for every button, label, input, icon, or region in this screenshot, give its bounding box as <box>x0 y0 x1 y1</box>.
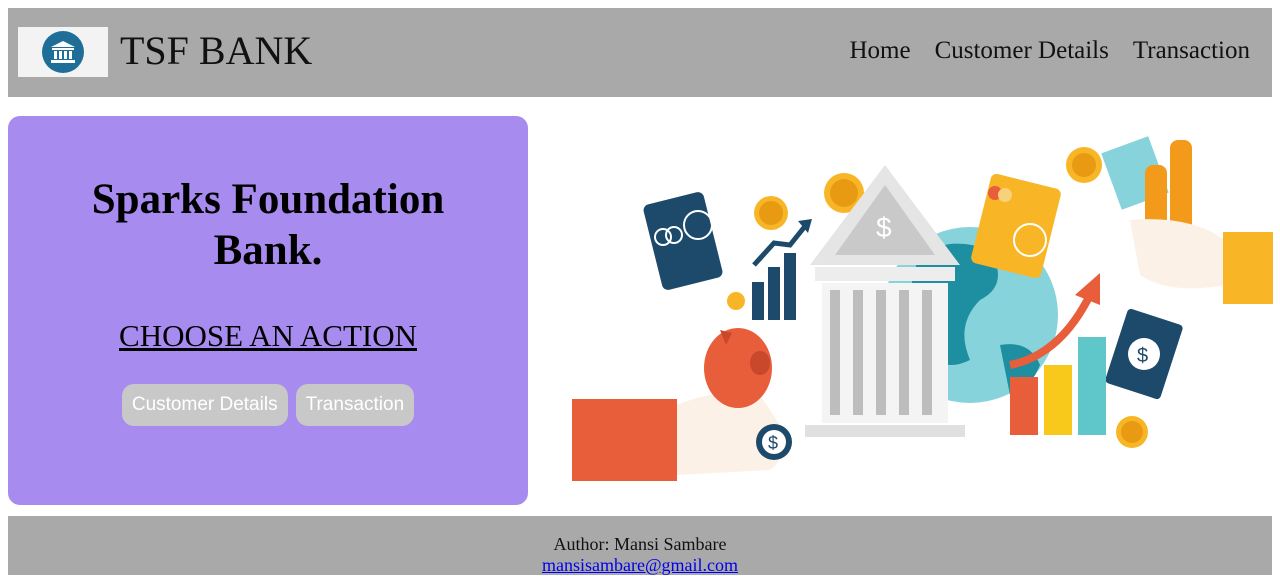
svg-text:$: $ <box>1137 345 1148 367</box>
footer: Author: Mansi Sambare mansisambare@gmail… <box>8 516 1272 575</box>
hero-card: Sparks Foundation Bank. CHOOSE AN ACTION… <box>8 116 528 505</box>
main-nav: Home Customer Details Transaction <box>849 36 1250 66</box>
top-navbar: TSF BANK Home Customer Details Transacti… <box>8 8 1272 97</box>
bank-building-icon <box>42 31 84 73</box>
transaction-button[interactable]: Transaction <box>295 384 415 426</box>
logo[interactable] <box>18 27 108 77</box>
footer-email-link[interactable]: mansisambare@gmail.com <box>542 555 738 575</box>
banking-finance-illustration: $ $ $ <box>560 125 1275 490</box>
choose-action-heading: CHOOSE AN ACTION <box>119 318 417 353</box>
svg-text:$: $ <box>768 433 778 453</box>
customer-details-button[interactable]: Customer Details <box>121 384 288 426</box>
action-buttons: Customer Details Transaction <box>8 384 528 426</box>
nav-customer-details[interactable]: Customer Details <box>935 36 1109 66</box>
footer-author: Author: Mansi Sambare <box>553 534 727 554</box>
hero-title: Sparks Foundation Bank. <box>91 176 445 274</box>
brand-name: TSF BANK <box>120 28 313 73</box>
nav-transaction[interactable]: Transaction <box>1133 36 1250 66</box>
svg-text:$: $ <box>876 212 892 243</box>
nav-home[interactable]: Home <box>849 36 910 66</box>
